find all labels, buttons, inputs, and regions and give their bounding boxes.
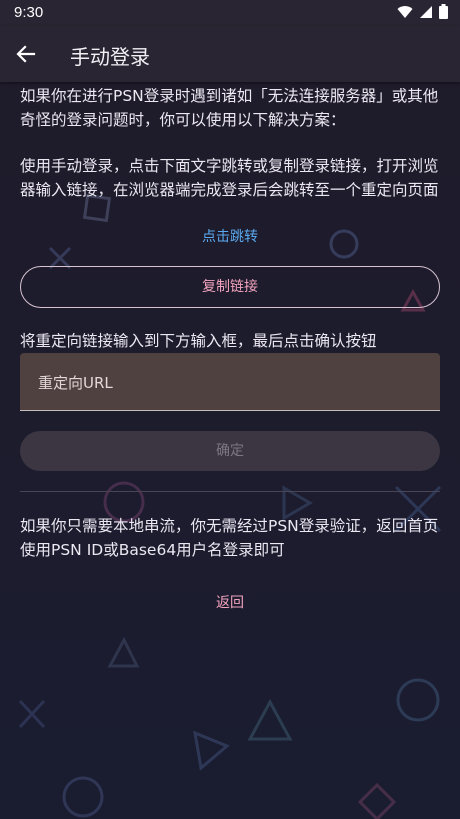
redirect-url-input[interactable]: 重定向URL xyxy=(20,353,440,411)
divider xyxy=(20,491,440,492)
page-title: 手动登录 xyxy=(70,45,150,69)
instructions-text: 使用手动登录，点击下面文字跳转或复制登录链接，打开浏览器输入链接，在浏览器端完成… xyxy=(20,157,439,199)
jump-link[interactable]: 点击跳转 xyxy=(20,226,440,246)
redirect-hint-text: 将重定向链接输入到下方输入框，最后点击确认按钮 xyxy=(20,332,377,350)
copy-link-button[interactable]: 复制链接 xyxy=(20,266,440,308)
wifi-icon xyxy=(397,5,413,18)
redirect-url-placeholder: 重定向URL xyxy=(38,374,113,392)
status-bar: 9:30 xyxy=(0,0,460,26)
back-link[interactable]: 返回 xyxy=(20,592,440,612)
local-streaming-note: 如果你只需要本地串流，你无需经过PSN登录验证，返回首页使用PSN ID或Bas… xyxy=(20,517,439,559)
status-time: 9:30 xyxy=(14,4,44,21)
intro-text: 如果你在进行PSN登录时遇到诸如「无法连接服务器」或其他奇怪的登录问题时，你可以… xyxy=(20,87,439,129)
signal-icon xyxy=(420,5,432,18)
arrow-left-icon[interactable] xyxy=(12,40,40,68)
battery-icon xyxy=(439,4,448,19)
app-bar: 手动登录 xyxy=(0,26,460,82)
confirm-button[interactable]: 确定 xyxy=(20,431,440,471)
